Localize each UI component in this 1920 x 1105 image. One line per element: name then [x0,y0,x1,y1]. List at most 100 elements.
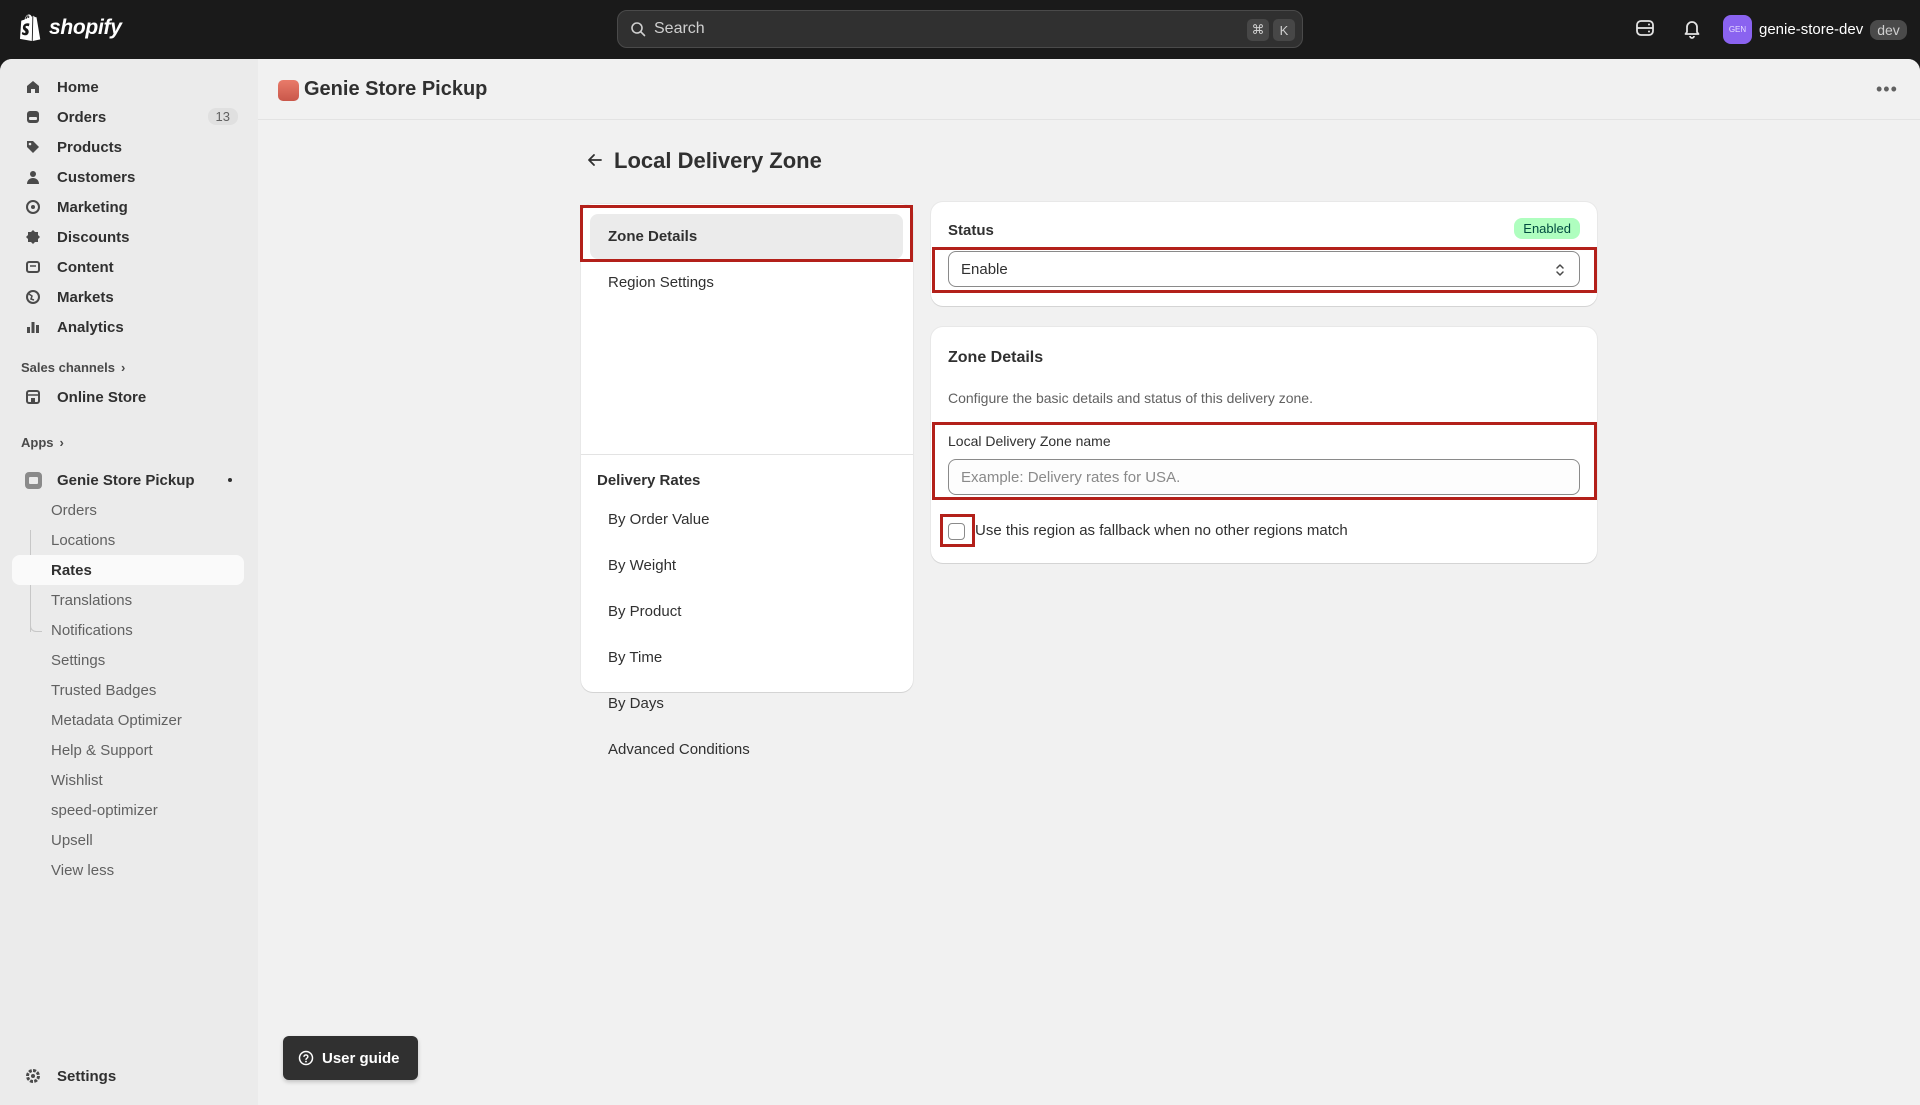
bar-chart-icon [24,318,42,336]
fallback-checkbox[interactable] [948,523,965,540]
divider [581,454,913,455]
nav-by-product[interactable]: By Product [590,589,903,634]
sidebar-view-less[interactable]: View less [12,855,244,885]
status-select[interactable]: Enable [948,251,1580,287]
sidebar-item-orders[interactable]: Orders 13 [12,102,244,132]
sidebar-item-label: Orders [57,108,107,126]
sidebar-sub-speed-optimizer[interactable]: speed-optimizer [12,795,244,825]
sidebar-item-settings[interactable]: Settings [12,1061,244,1091]
target-icon [24,198,42,216]
nav-by-weight[interactable]: By Weight [590,543,903,588]
app-title: Genie Store Pickup [304,78,488,100]
store-name: genie-store-dev [1759,21,1864,38]
sidebar: Home Orders 13 Products Customers Market… [0,59,258,1105]
sidebar-item-label: Products [57,138,123,156]
shopify-wordmark: shopify [49,16,122,39]
nav-by-time[interactable]: By Time [590,635,903,680]
search-bar[interactable]: Search ⌘ K [617,10,1303,48]
zone-name-input[interactable] [948,459,1580,495]
sidebar-sub-wishlist[interactable]: Wishlist [12,765,244,795]
sidebar-item-marketing[interactable]: Marketing [12,192,244,222]
sidebar-sub-metadata-optimizer[interactable]: Metadata Optimizer [12,705,244,735]
genie-app-icon [278,80,299,101]
sidebar-sub-notifications[interactable]: Notifications [12,615,244,645]
sidebar-sub-orders[interactable]: Orders [12,495,244,525]
main-frame: Home Orders 13 Products Customers Market… [0,59,1920,1105]
sidebar-item-label: Genie Store Pickup [57,471,195,489]
status-select-value: Enable [961,260,1008,278]
dev-badge: dev [1870,19,1907,40]
sidebar-item-label: Analytics [57,318,124,336]
sales-channels-label: Sales channels [21,360,115,375]
sidebar-item-home[interactable]: Home [12,72,244,102]
sidebar-item-online-store[interactable]: Online Store [12,382,244,412]
home-icon [24,78,42,96]
zone-name-label: Local Delivery Zone name [948,433,1111,449]
shortcut-cmd-key: ⌘ [1247,19,1269,41]
sidebar-item-markets[interactable]: Markets [12,282,244,312]
sidebar-item-content[interactable]: Content [12,252,244,282]
discount-icon [24,228,42,246]
more-actions-icon[interactable]: ••• [1876,79,1898,99]
bell-icon[interactable] [1681,17,1703,39]
chevron-right-icon: › [59,435,64,450]
fallback-checkbox-label: Use this region as fallback when no othe… [975,522,1348,539]
nav-zone-details[interactable]: Zone Details [590,214,903,259]
search-icon [631,22,646,37]
delivery-rates-heading: Delivery Rates [597,472,701,489]
top-bar: shopify Search ⌘ K GEN genie-store-dev d… [0,0,1920,59]
sidebar-sub-upsell[interactable]: Upsell [12,825,244,855]
sidebar-item-label: Settings [57,1067,117,1085]
sidebar-item-genie-store-pickup[interactable]: Genie Store Pickup [12,465,244,495]
zone-details-description: Configure the basic details and status o… [948,390,1313,406]
user-guide-button[interactable]: User guide [283,1036,418,1080]
status-card: Status Enabled Enable [931,202,1597,306]
sidebar-item-discounts[interactable]: Discounts [12,222,244,252]
sidebar-item-customers[interactable]: Customers [12,162,244,192]
search-placeholder: Search [654,20,705,37]
sidebar-sub-help-support[interactable]: Help & Support [12,735,244,765]
shopify-logo[interactable]: shopify [20,14,122,42]
storage-icon[interactable] [1634,17,1656,39]
sidebar-item-label: Marketing [57,198,128,216]
apps-heading[interactable]: Apps › [21,435,64,450]
sidebar-item-label: Markets [57,288,114,306]
status-badge: Enabled [1514,218,1580,239]
app-icon [24,471,42,489]
sales-channels-heading[interactable]: Sales channels › [21,360,125,375]
sidebar-item-analytics[interactable]: Analytics [12,312,244,342]
select-chevron-icon [1556,264,1564,276]
sidebar-item-label: Online Store [57,388,147,406]
tag-icon [24,138,42,156]
sidebar-sub-settings[interactable]: Settings [12,645,244,675]
user-guide-label: User guide [322,1049,400,1067]
sidebar-sub-locations[interactable]: Locations [12,525,244,555]
sidebar-sub-trusted-badges[interactable]: Trusted Badges [12,675,244,705]
store-icon [24,388,42,406]
sidebar-sub-translations[interactable]: Translations [12,585,244,615]
orders-icon [24,108,42,126]
nav-region-settings[interactable]: Region Settings [590,260,903,305]
sidebar-item-label: Home [57,78,99,96]
shortcut-k-key: K [1273,19,1295,41]
nav-by-order-value[interactable]: By Order Value [590,497,903,542]
orders-count-badge: 13 [207,108,238,125]
help-circle-icon [298,1050,314,1066]
page-title: Local Delivery Zone [614,148,822,173]
pin-dot-icon [228,478,232,482]
globe-icon [24,288,42,306]
sidebar-sub-rates[interactable]: Rates [12,555,244,585]
gear-icon [24,1067,42,1085]
back-arrow-icon[interactable] [585,150,605,170]
sidebar-item-label: Content [57,258,114,276]
store-menu-button[interactable]: GEN genie-store-dev dev [1723,14,1907,45]
zone-details-card: Zone Details Configure the basic details… [931,327,1597,563]
apps-label: Apps [21,435,54,450]
app-header: Genie Store Pickup ••• [258,59,1920,120]
nav-by-days[interactable]: By Days [590,681,903,726]
content-icon [24,258,42,276]
nav-advanced-conditions[interactable]: Advanced Conditions [590,727,903,772]
sidebar-item-products[interactable]: Products [12,132,244,162]
shopify-bag-icon [20,14,41,41]
zone-details-title: Zone Details [948,349,1044,366]
